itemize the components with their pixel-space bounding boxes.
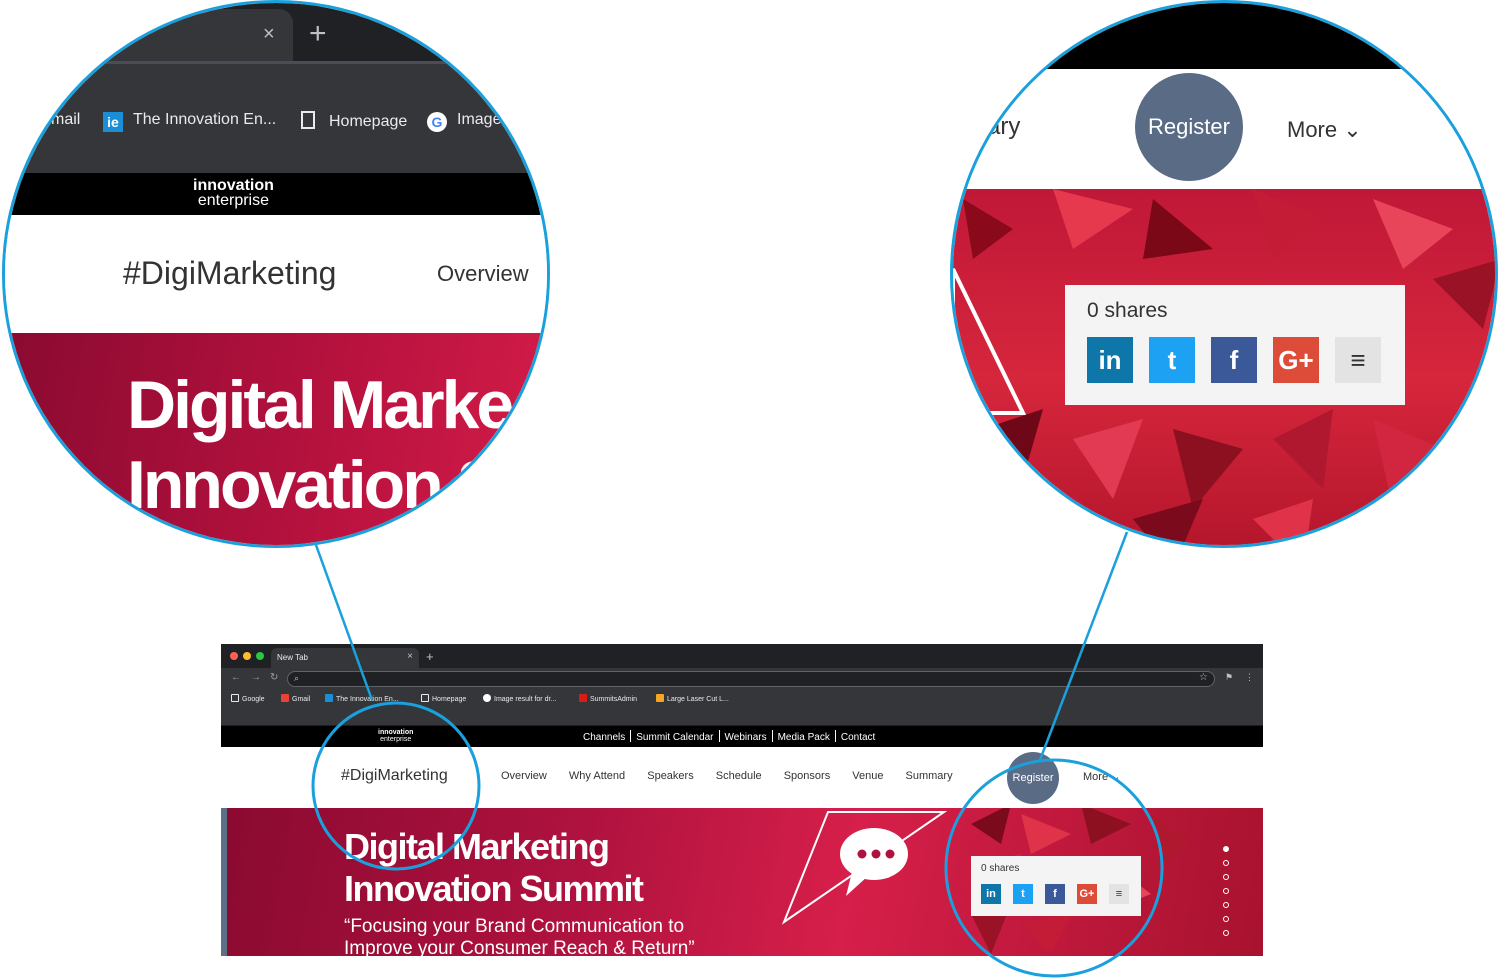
zoom-hero: Digital Marke Innovation S <box>5 333 547 545</box>
chevron-down-icon: ⌄ <box>1343 117 1362 142</box>
google-icon: G <box>427 112 447 132</box>
zoom-tab-bar: × + <box>5 3 547 61</box>
zoom-more: More ⌄ <box>1287 117 1362 142</box>
zoom-bookmark-innovation: ie The Innovation En... <box>103 111 276 132</box>
zoom-right-callout: ary Register More ⌄ 0 shares in t f G+ ≡ <box>950 0 1498 548</box>
close-icon: × <box>263 23 275 45</box>
zoom-logo: innovation enterprise <box>193 177 274 209</box>
zoom-toolbar <box>5 61 547 97</box>
zoom-hero: 0 shares in t f G+ ≡ <box>953 189 1495 545</box>
zoom-nav: #DigiMarketing Overview <box>5 215 547 333</box>
buffer-icon: ≡ <box>1335 337 1381 383</box>
zoom-top-bar <box>953 3 1495 69</box>
zoom-tab <box>5 9 293 61</box>
zoom-logo-bar: innovation enterprise <box>5 173 547 215</box>
facebook-icon: f <box>1211 337 1257 383</box>
zoom-address-bar-edge <box>5 61 515 64</box>
zoom-overview: Overview <box>437 261 529 286</box>
twitter-icon: t <box>1149 337 1195 383</box>
zoom-bookmarks-bar: mail ie The Innovation En... Homepage G Im… <box>5 97 547 173</box>
page-icon <box>301 111 315 129</box>
linkedin-icon: in <box>1087 337 1133 383</box>
zoom-summary-fragment: ary <box>987 113 1021 140</box>
zoom-nav: ary Register More ⌄ <box>953 69 1495 189</box>
zoom-bookmark-gmail: mail <box>51 111 81 128</box>
google-plus-icon: G+ <box>1273 337 1319 383</box>
plus-icon: + <box>309 17 327 50</box>
zoom-register-button: Register <box>1135 73 1243 181</box>
zoom-brand: #DigiMarketing <box>123 255 337 291</box>
zoom-bookmark-homepage: Homepage <box>301 111 407 131</box>
zoom-bookmark-image: G Image <box>427 111 501 132</box>
ie-icon: ie <box>103 112 123 132</box>
zoom-hero-title: Digital Marke Innovation S <box>127 367 514 523</box>
zoom-share-count: 0 shares <box>1087 299 1168 322</box>
zoom-left-callout: × + mail ie The Innovation En... Homepage… <box>2 0 550 548</box>
zoom-share-widget: 0 shares in t f G+ ≡ <box>1065 285 1405 405</box>
